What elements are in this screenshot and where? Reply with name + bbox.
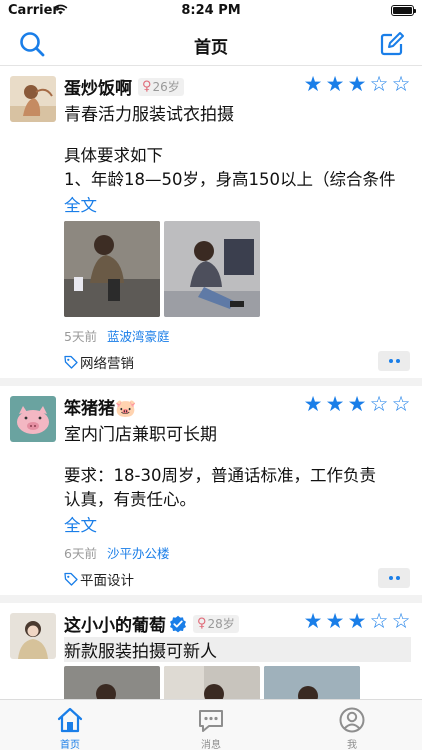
post-card[interactable]: 蛋炒饭啊 ♀ 26岁 ★ ★ ★ ☆ ☆ 青春活力服装试衣拍摄 具体要求如下 1、年龄1… [0,66,422,378]
tag-label: 平面设计 [80,573,134,589]
post-feed[interactable]: 蛋炒饭啊 ♀ 26岁 ★ ★ ★ ☆ ☆ 青春活力服装试衣拍摄 具体要求如下 1、年龄1… [0,66,422,699]
dot-icon [395,359,400,363]
tag-icon [64,572,78,586]
gender-age-badge: ♀ 28岁 [193,614,239,633]
clock: 8:24 PM [181,3,241,18]
tab-me[interactable]: 我 [282,700,422,750]
star-empty-icon: ☆ [391,392,411,416]
message-icon [199,710,223,732]
star-filled-icon: ★ [347,609,367,633]
battery-icon [391,5,416,16]
post-card[interactable]: 这小小的葡萄 ♀ 28岁 ★ ★ ★ ☆ ☆ 新款服装拍摄可新人 [0,603,422,699]
username[interactable]: 笨猪猪🐷 [64,394,136,419]
age-label: 28岁 [207,617,235,631]
rating-stars: ★ ★ ★ ☆ ☆ [302,73,412,95]
post-body: 要求：18-30周岁，普通话标准，工作负责 认真，有责任心。 [64,466,376,509]
post-meta: 6天前 沙平办公楼 [64,543,169,562]
star-empty-icon: ☆ [369,392,389,416]
post-card[interactable]: 笨猪猪🐷 ★ ★ ★ ☆ ☆ 室内门店兼职可长期 要求：18-30周岁，普通话标准，工作… [0,386,422,595]
dot-icon [395,576,400,580]
post-time: 5天前 [64,329,97,344]
post-tag[interactable]: 网络营销 [64,352,134,372]
username[interactable]: 蛋炒饭啊 ♀ 26岁 [64,74,184,99]
tab-label: 首页 [60,740,80,750]
rating-stars: ★ ★ ★ ☆ ☆ [302,393,412,415]
verified-icon [170,615,186,632]
post-body: 具体要求如下 1、年龄18—50岁，身高150以上（综合条件 [64,146,396,189]
star-filled-icon: ★ [325,392,345,416]
star-empty-icon: ☆ [369,72,389,96]
tab-bar: 首页 消息 我 [0,699,422,750]
star-empty-icon: ☆ [391,609,411,633]
post-time: 6天前 [64,546,97,561]
post-tag[interactable]: 平面设计 [64,569,134,589]
female-icon: ♀ [142,79,152,94]
post-location[interactable]: 沙平办公楼 [107,543,170,562]
age-label: 26岁 [152,80,180,94]
post-divider [0,378,422,386]
tag-label: 网络营销 [80,356,134,372]
tag-icon [64,355,78,369]
rating-stars: ★ ★ ★ ☆ ☆ [302,610,412,632]
post-meta: 5天前 蓝波湾豪庭 [64,326,169,345]
star-filled-icon: ★ [347,72,367,96]
star-filled-icon: ★ [325,72,345,96]
more-options-button[interactable] [378,568,410,588]
navigation-bar: 首页 [0,22,422,66]
username-text: 笨猪猪🐷 [64,399,137,419]
star-filled-icon: ★ [303,72,323,96]
post-divider [0,595,422,603]
photo-grid [64,666,364,699]
gender-age-badge: ♀ 26岁 [138,77,184,96]
star-filled-icon: ★ [303,392,323,416]
avatar[interactable] [10,613,56,659]
post-photo[interactable] [64,666,160,699]
status-bar: Carrier 8:24 PM [0,0,422,22]
star-filled-icon: ★ [303,609,323,633]
post-title: 新款服装拍摄可新人 [64,637,411,662]
tab-home[interactable]: 首页 [0,700,140,750]
post-photo[interactable] [164,666,260,699]
female-icon: ♀ [197,616,207,631]
person-icon [339,707,365,733]
username-text: 这小小的葡萄 [64,616,166,636]
star-filled-icon: ★ [325,609,345,633]
star-filled-icon: ★ [347,392,367,416]
tab-label: 消息 [201,740,221,750]
post-title: 室内门店兼职可长期 [64,425,217,445]
home-icon [57,707,83,733]
page-title: 首页 [194,38,228,58]
star-empty-icon: ☆ [391,72,411,96]
username[interactable]: 这小小的葡萄 ♀ 28岁 [64,611,239,636]
post-photo[interactable] [64,221,160,317]
compose-icon[interactable] [378,30,406,58]
tab-label: 我 [347,740,357,750]
full-text-link[interactable]: 全文 [64,192,97,216]
dot-icon [388,359,393,363]
avatar[interactable] [10,76,56,122]
tab-messages[interactable]: 消息 [141,700,281,750]
post-photo[interactable] [264,666,360,699]
full-text-link[interactable]: 全文 [64,512,97,536]
avatar[interactable] [10,396,56,442]
star-empty-icon: ☆ [369,609,389,633]
dot-icon [388,576,393,580]
post-title: 青春活力服装试衣拍摄 [64,105,234,125]
post-photo[interactable] [164,221,260,317]
more-options-button[interactable] [378,351,410,371]
username-text: 蛋炒饭啊 [64,79,132,99]
post-location[interactable]: 蓝波湾豪庭 [107,326,170,345]
photo-grid [64,221,264,317]
